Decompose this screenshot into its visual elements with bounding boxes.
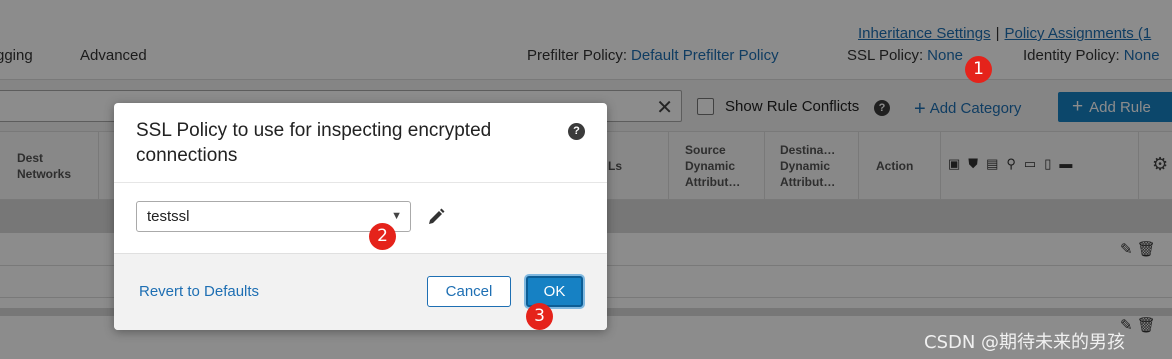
ssl-policy-dialog: SSL Policy to use for inspecting encrypt… (114, 103, 607, 330)
help-icon[interactable]: ? (568, 123, 585, 140)
dialog-body: testssl ▼ (114, 183, 607, 253)
cancel-button[interactable]: Cancel (427, 276, 511, 307)
annotation-marker-1: 1 (965, 56, 992, 83)
watermark: CSDN @期待未来的男孩 (924, 332, 1126, 353)
dialog-title: SSL Policy to use for inspecting encrypt… (136, 120, 492, 166)
dialog-header: SSL Policy to use for inspecting encrypt… (114, 103, 607, 183)
chevron-down-icon: ▼ (391, 210, 402, 222)
annotation-marker-2: 2 (369, 223, 396, 250)
revert-to-defaults-link[interactable]: Revert to Defaults (139, 283, 259, 300)
annotation-marker-3: 3 (526, 303, 553, 330)
ssl-policy-selected-value: testssl (147, 208, 190, 225)
ok-button[interactable]: OK (526, 276, 583, 307)
ssl-policy-select[interactable]: testssl ▼ (136, 201, 411, 232)
edit-pencil-icon[interactable] (426, 207, 446, 227)
